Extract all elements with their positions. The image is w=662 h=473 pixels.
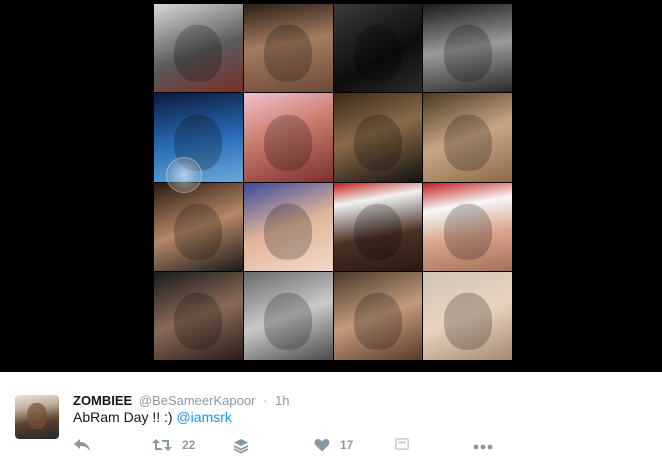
collage-photo <box>423 182 512 271</box>
touch-indicator <box>166 157 202 193</box>
retweet-count: 22 <box>182 438 196 452</box>
stack-icon <box>233 438 249 454</box>
collage-photo <box>423 4 512 93</box>
collage-photo <box>333 182 423 271</box>
collage-photo <box>423 271 512 360</box>
reply-button[interactable] <box>73 438 91 452</box>
collage-photo <box>154 4 243 93</box>
tweet-text-body: AbRam Day !! :) <box>73 409 177 425</box>
collage-photo <box>154 271 243 360</box>
avatar[interactable] <box>15 395 59 439</box>
collage-photo <box>423 93 512 182</box>
photo-collage[interactable] <box>154 4 512 360</box>
collage-photo <box>243 271 333 360</box>
collage-photo <box>333 4 423 93</box>
tweet-media[interactable] <box>0 0 662 372</box>
tweet[interactable]: ZOMBIEE @BeSameerKapoor · 1h AbRam Day !… <box>0 372 662 473</box>
collage-photo <box>243 182 333 271</box>
tweet-actions: 22 17 <box>0 434 662 460</box>
display-name[interactable]: ZOMBIEE <box>73 393 132 408</box>
like-count: 17 <box>340 438 354 452</box>
user-handle[interactable]: @BeSameerKapoor <box>139 393 256 408</box>
tweet-text: AbRam Day !! :) @iamsrk <box>73 409 232 425</box>
heart-icon <box>314 438 330 452</box>
collage-photo <box>333 271 423 360</box>
collage-photo <box>243 93 333 182</box>
like-button[interactable]: 17 <box>314 438 353 452</box>
collage-photo <box>333 93 423 182</box>
card-button[interactable] <box>395 438 409 450</box>
collage-photo <box>243 4 333 93</box>
separator-dot: · <box>263 393 268 408</box>
card-icon <box>395 438 409 450</box>
mention-link[interactable]: @iamsrk <box>176 409 231 425</box>
retweet-icon <box>152 438 172 452</box>
more-icon <box>473 444 493 450</box>
reply-icon <box>73 438 91 452</box>
collage-photo <box>154 182 243 271</box>
retweet-button[interactable]: 22 <box>152 438 195 452</box>
tweet-timestamp[interactable]: 1h <box>275 393 289 408</box>
stack-button[interactable] <box>233 438 249 454</box>
more-options-button[interactable] <box>473 444 493 450</box>
tweet-header: ZOMBIEE @BeSameerKapoor · 1h <box>73 393 289 408</box>
